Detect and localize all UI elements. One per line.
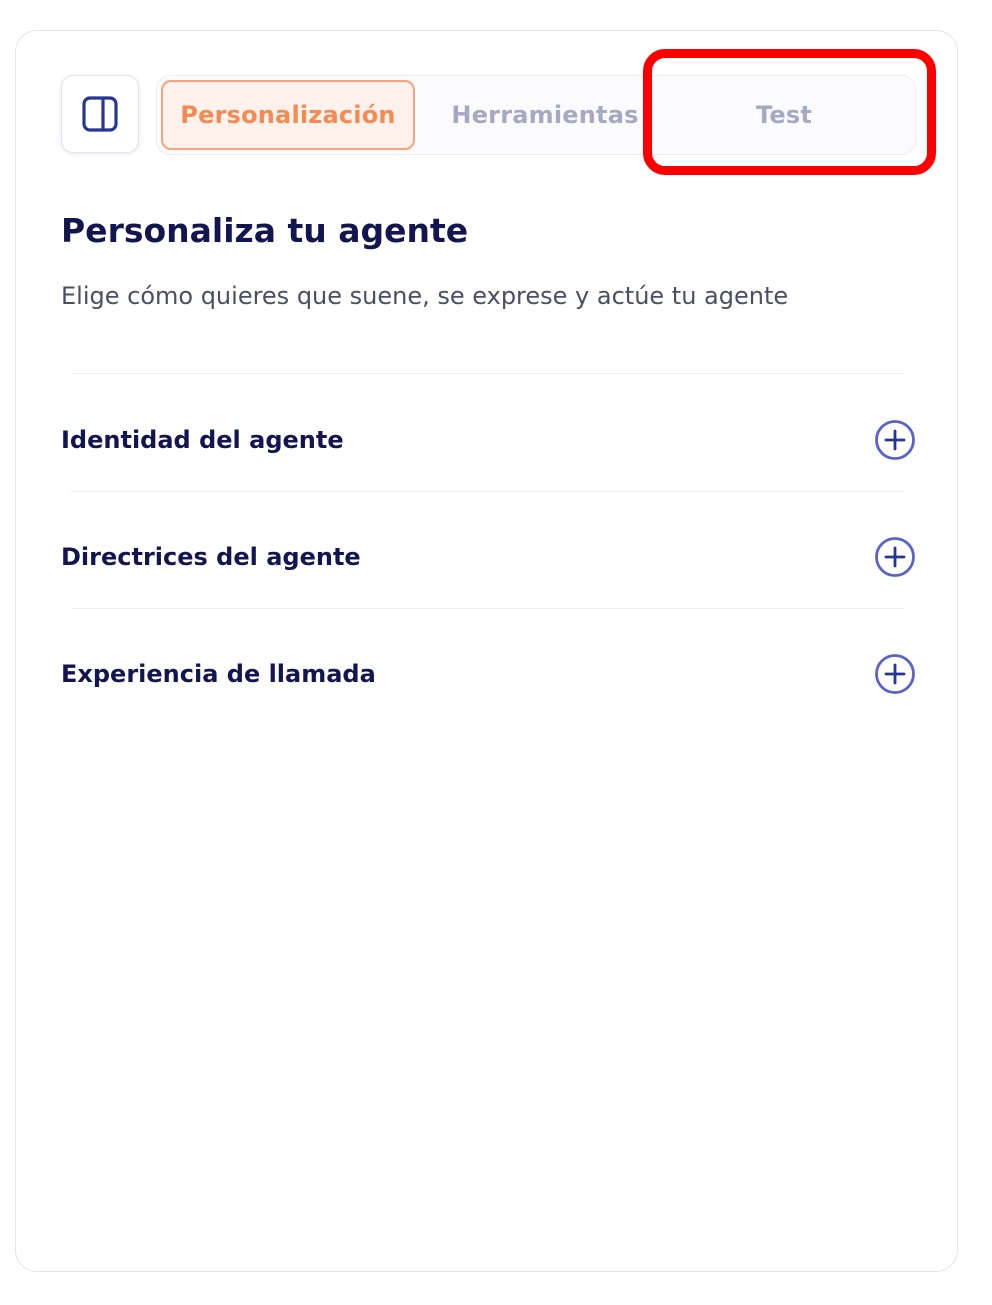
highlight-box	[643, 49, 936, 175]
customization-panel: Personalización Herramientas Test Person…	[15, 30, 958, 1272]
divider	[71, 491, 905, 492]
sidebar-toggle-button[interactable]	[61, 75, 139, 153]
section-label: Directrices del agente	[61, 543, 361, 571]
plus-circle-icon[interactable]	[874, 653, 916, 695]
section-directrices[interactable]: Directrices del agente	[61, 527, 916, 587]
plus-circle-icon[interactable]	[874, 419, 916, 461]
divider	[71, 608, 905, 609]
section-label: Experiencia de llamada	[61, 660, 376, 688]
tab-personalizacion[interactable]: Personalización	[161, 80, 415, 150]
page-title: Personaliza tu agente	[61, 211, 469, 250]
plus-circle-icon[interactable]	[874, 536, 916, 578]
sidebar-panel-icon	[82, 96, 118, 132]
section-identidad[interactable]: Identidad del agente	[61, 410, 916, 470]
tab-herramientas[interactable]: Herramientas	[437, 80, 653, 150]
section-experiencia[interactable]: Experiencia de llamada	[61, 644, 916, 704]
divider	[71, 373, 905, 374]
page-subtitle: Elige cómo quieres que suene, se exprese…	[61, 282, 789, 310]
section-label: Identidad del agente	[61, 426, 344, 454]
